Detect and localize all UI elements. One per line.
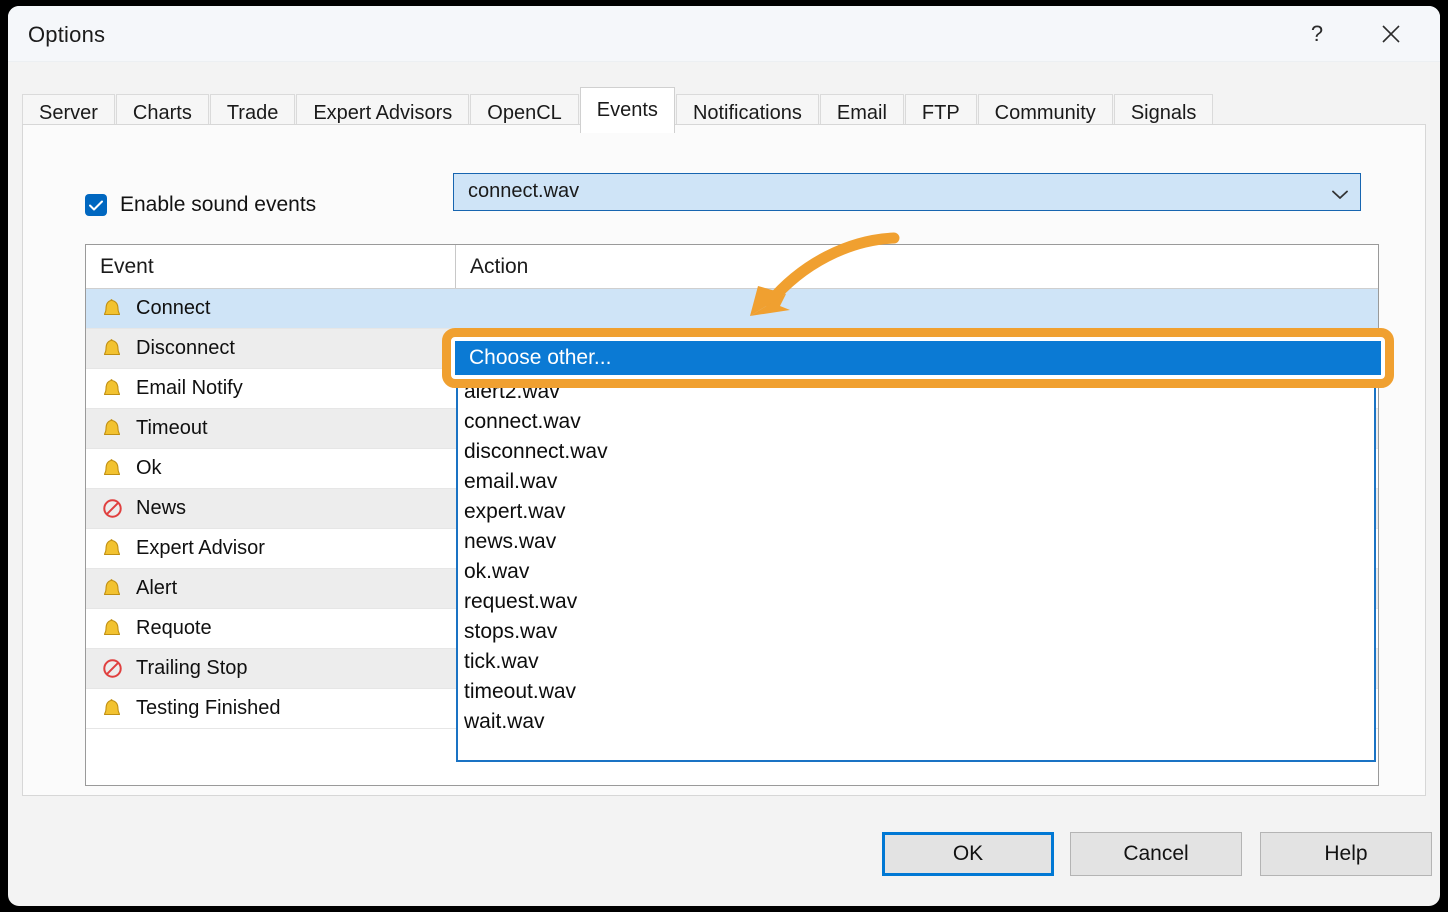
event-name: Connect [136,297,211,320]
bell-icon [100,377,124,401]
bell-icon [100,297,124,321]
tab-events[interactable]: Events [580,87,675,133]
close-icon[interactable] [1368,14,1414,54]
dropdown-options: alert.wavalert2.wavconnect.wavdisconnect… [458,376,1374,737]
action-combobox-value: connect.wav [468,180,579,203]
event-name: Trailing Stop [136,657,248,680]
enable-sound-events-checkbox[interactable] [85,194,107,216]
ok-button[interactable]: OK [882,832,1054,876]
event-name: Disconnect [136,337,235,360]
dialog-footer: OK Cancel Help [8,802,1440,906]
action-combobox[interactable]: connect.wav [453,173,1361,211]
event-name: Timeout [136,417,208,440]
action-dropdown-list[interactable]: alert.wavalert2.wavconnect.wavdisconnect… [456,376,1376,762]
question-mark-icon[interactable]: ? [1294,14,1340,54]
dropdown-option[interactable]: email.wav [458,467,1374,497]
dropdown-option[interactable]: ok.wav [458,557,1374,587]
event-name: Email Notify [136,377,243,400]
bell-icon [100,417,124,441]
choose-other-label: Choose other... [469,346,611,370]
dropdown-option[interactable]: timeout.wav [458,677,1374,707]
event-name: Ok [136,457,162,480]
column-header-action[interactable]: Action [456,245,1378,288]
choose-other-highlight: Choose other... [442,328,1394,388]
bell-icon [100,537,124,561]
dropdown-option[interactable]: connect.wav [458,407,1374,437]
enable-sound-events-row[interactable]: Enable sound events [85,193,316,217]
bell-icon [100,577,124,601]
table-row[interactable]: Connect [86,289,1378,329]
help-button[interactable]: Help [1260,832,1432,876]
column-header-event[interactable]: Event [86,245,456,288]
dropdown-option[interactable]: expert.wav [458,497,1374,527]
title-bar: Options ? [8,6,1440,62]
dropdown-option[interactable]: wait.wav [458,707,1374,737]
dropdown-option[interactable]: tick.wav [458,647,1374,677]
event-name: Alert [136,577,177,600]
bell-icon [100,337,124,361]
no-sound-icon [100,497,124,521]
event-name: News [136,497,186,520]
event-name: Expert Advisor [136,537,265,560]
tab-strip: ServerChartsTradeExpert AdvisorsOpenCLEv… [8,62,1440,132]
bell-icon [100,697,124,721]
grid-header-row: Event Action [86,245,1378,289]
options-dialog: Options ? ServerChartsTradeExpert Adviso… [8,6,1440,906]
cancel-button[interactable]: Cancel [1070,832,1242,876]
event-name: Testing Finished [136,697,281,720]
chevron-down-icon[interactable] [1332,187,1348,205]
bell-icon [100,457,124,481]
enable-sound-events-label: Enable sound events [120,193,316,217]
window-title: Options [28,22,105,48]
choose-other-option[interactable]: Choose other... [455,341,1381,375]
dropdown-option[interactable]: disconnect.wav [458,437,1374,467]
no-sound-icon [100,657,124,681]
dropdown-option[interactable]: news.wav [458,527,1374,557]
dropdown-option[interactable]: request.wav [458,587,1374,617]
event-name: Requote [136,617,212,640]
bell-icon [100,617,124,641]
dropdown-option[interactable]: stops.wav [458,617,1374,647]
